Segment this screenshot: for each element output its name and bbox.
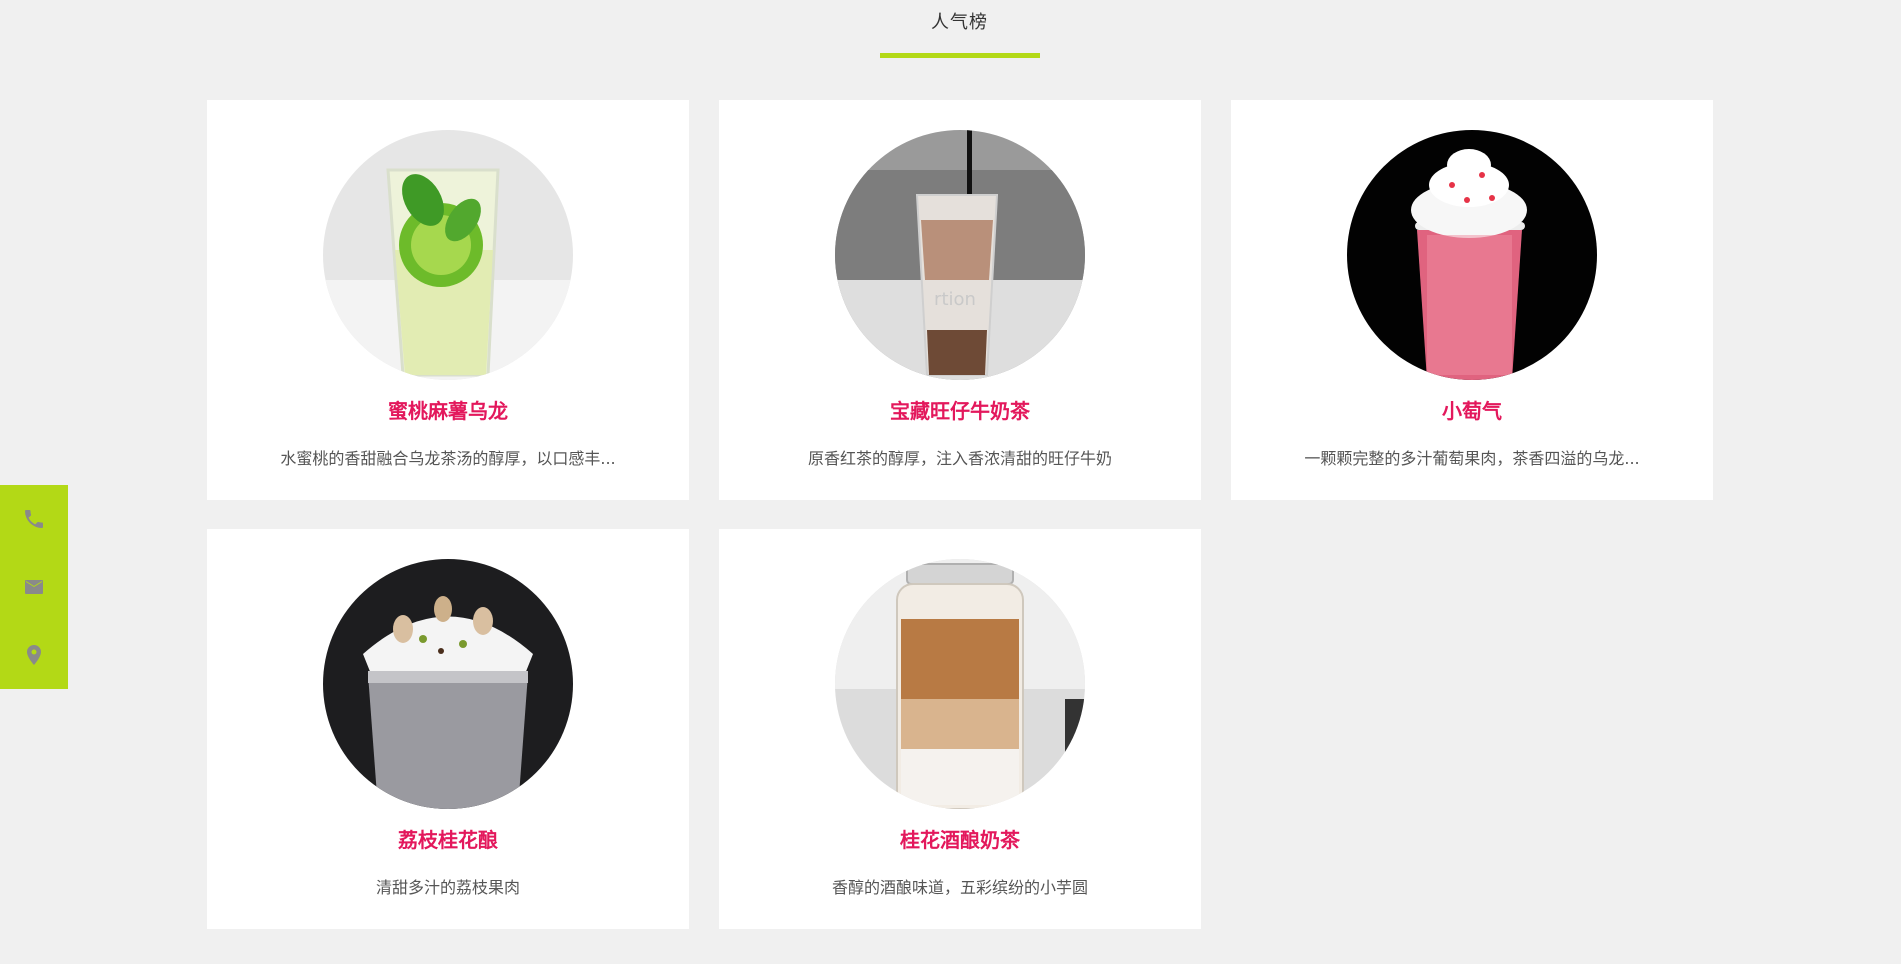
phone-icon[interactable] (22, 507, 46, 531)
product-photo (323, 130, 573, 380)
product-name: 小萄气 (1442, 399, 1502, 423)
section-title: 人气榜 (931, 12, 988, 33)
section-title-underline (880, 53, 1040, 58)
location-pin-icon[interactable] (22, 643, 46, 667)
product-photo: rtion (835, 130, 1085, 380)
side-contact-bar (0, 485, 68, 689)
product-name: 蜜桃麻薯乌龙 (388, 399, 508, 423)
product-card[interactable]: 小萄气 一颗颗完整的多汁葡萄果肉，茶香四溢的乌龙... (1231, 100, 1713, 500)
product-card[interactable]: 桂花酒酿奶茶 香醇的酒酿味道，五彩缤纷的小芋圆 (719, 529, 1201, 929)
product-card[interactable]: rtion 宝藏旺仔牛奶茶 原香红茶的醇厚，注入香浓清甜的旺仔牛奶 (719, 100, 1201, 500)
product-description: 一颗颗完整的多汁葡萄果肉，茶香四溢的乌龙... (1304, 449, 1640, 468)
product-photo (835, 559, 1085, 809)
product-description: 清甜多汁的荔枝果肉 (375, 878, 520, 897)
product-description: 水蜜桃的香甜融合乌龙茶汤的醇厚，以口感丰... (280, 449, 616, 468)
product-card[interactable]: 荔枝桂花酿 清甜多汁的荔枝果肉 (207, 529, 689, 929)
product-card[interactable]: 蜜桃麻薯乌龙 水蜜桃的香甜融合乌龙茶汤的醇厚，以口感丰... (207, 100, 689, 500)
mail-icon[interactable] (22, 575, 46, 599)
product-photo (1347, 130, 1597, 380)
product-name: 桂花酒酿奶茶 (900, 828, 1020, 852)
product-photo (323, 559, 573, 809)
product-name: 荔枝桂花酿 (398, 828, 498, 852)
svg-text:rtion: rtion (934, 289, 976, 310)
product-description: 原香红茶的醇厚，注入香浓清甜的旺仔牛奶 (807, 449, 1112, 468)
product-name: 宝藏旺仔牛奶茶 (890, 399, 1030, 423)
product-description: 香醇的酒酿味道，五彩缤纷的小芋圆 (831, 878, 1088, 897)
